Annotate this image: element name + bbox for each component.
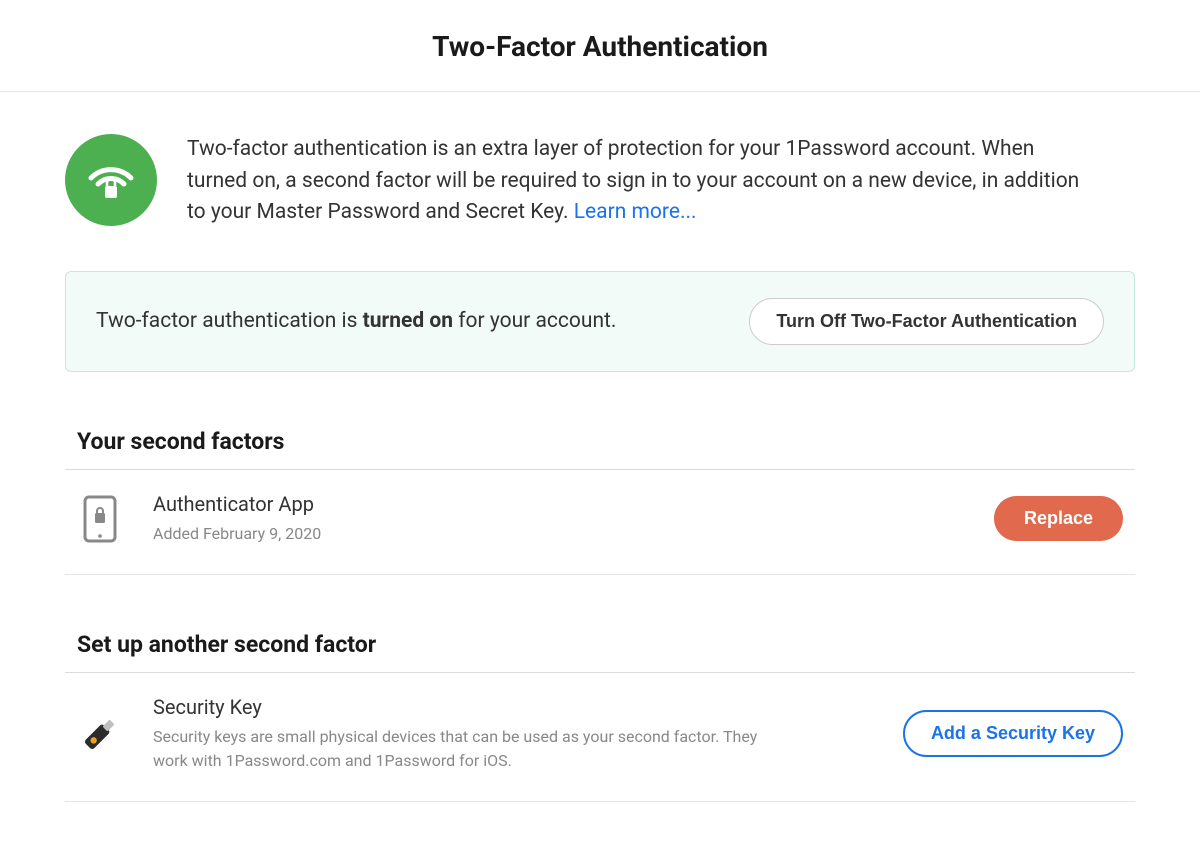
authenticator-title: Authenticator App bbox=[153, 492, 994, 516]
phone-icon bbox=[77, 496, 123, 542]
turn-off-button[interactable]: Turn Off Two-Factor Authentication bbox=[749, 298, 1104, 345]
intro-section: Two-factor authentication is an extra la… bbox=[65, 92, 1135, 259]
status-suffix: for your account. bbox=[453, 309, 616, 333]
section-gap bbox=[65, 575, 1135, 631]
security-key-title: Security Key bbox=[153, 695, 903, 719]
security-key-row: Security Key Security keys are small phy… bbox=[65, 673, 1135, 802]
status-state: turned on bbox=[363, 309, 453, 333]
status-text: Two-factor authentication is turned on f… bbox=[96, 309, 616, 333]
security-key-sub: Security keys are small physical devices… bbox=[153, 725, 773, 773]
learn-more-link[interactable]: Learn more... bbox=[574, 200, 697, 224]
content-wrapper: Two-factor authentication is an extra la… bbox=[0, 92, 1200, 802]
add-security-key-button[interactable]: Add a Security Key bbox=[903, 710, 1123, 757]
status-prefix: Two-factor authentication is bbox=[96, 309, 363, 333]
authenticator-app-row: Authenticator App Added February 9, 2020… bbox=[65, 470, 1135, 575]
page-title: Two-Factor Authentication bbox=[0, 0, 1200, 91]
security-key-info: Security Key Security keys are small phy… bbox=[153, 695, 903, 773]
authenticator-sub: Added February 9, 2020 bbox=[153, 522, 773, 546]
replace-button[interactable]: Replace bbox=[994, 496, 1123, 541]
your-second-factors-heading: Your second factors bbox=[65, 428, 1135, 470]
authenticator-info: Authenticator App Added February 9, 2020 bbox=[153, 492, 994, 546]
intro-description: Two-factor authentication is an extra la… bbox=[187, 134, 1097, 229]
status-banner: Two-factor authentication is turned on f… bbox=[65, 271, 1135, 372]
setup-another-heading: Set up another second factor bbox=[65, 631, 1135, 673]
security-key-icon bbox=[77, 711, 123, 757]
wifi-lock-icon bbox=[65, 134, 157, 226]
